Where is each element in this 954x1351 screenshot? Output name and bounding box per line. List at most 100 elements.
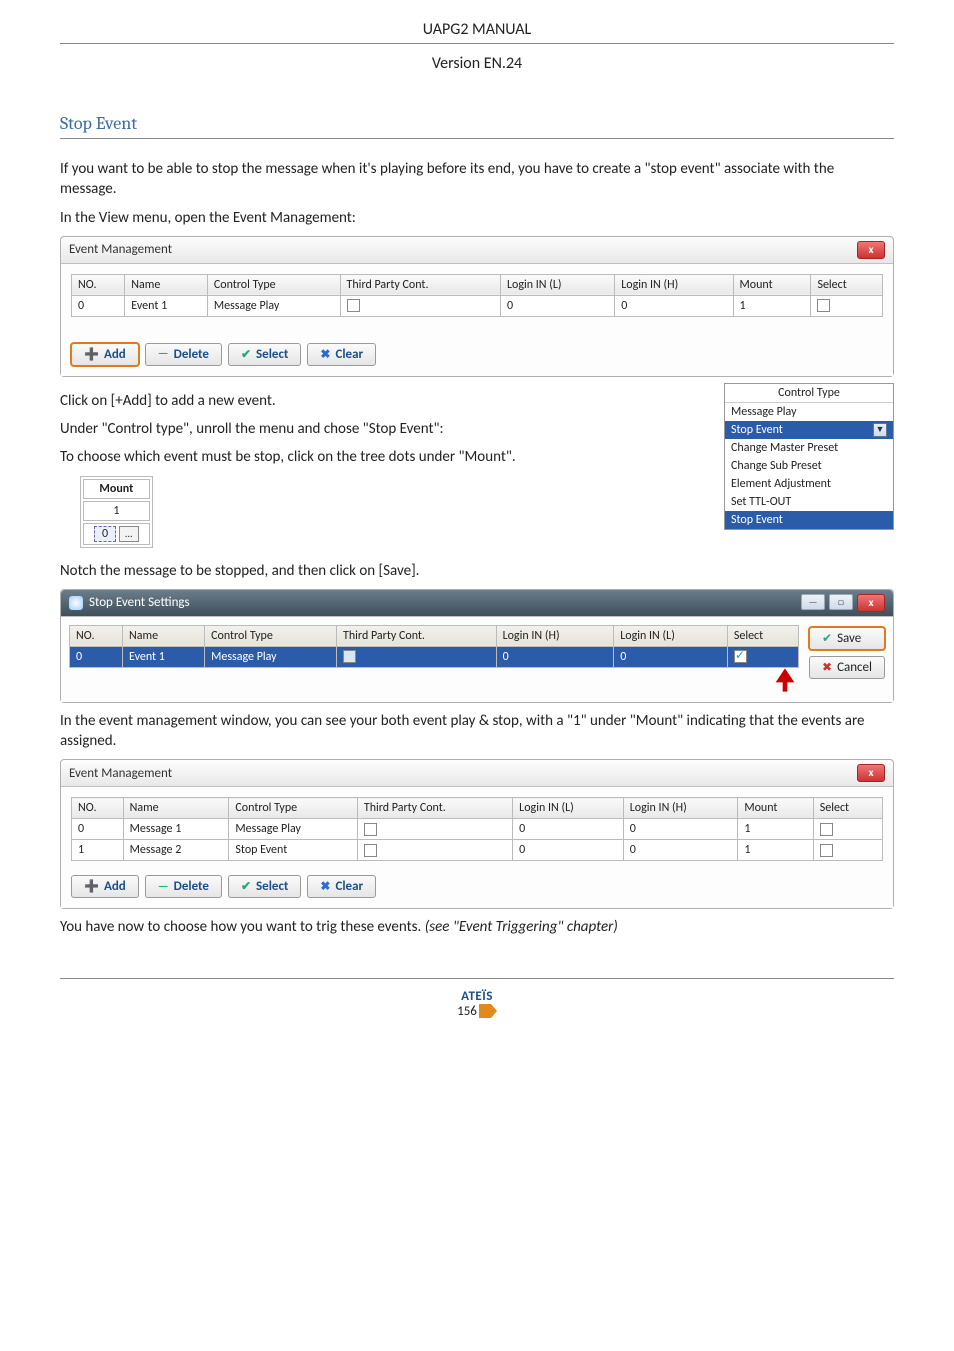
col-control-type[interactable]: Control Type: [205, 625, 337, 646]
col-login-h[interactable]: Login IN (H): [496, 625, 614, 646]
checkbox-icon[interactable]: [820, 844, 833, 857]
dropdown-option[interactable]: Element Adjustment: [725, 475, 893, 493]
cell-login-l[interactable]: 0: [500, 295, 614, 316]
table-row[interactable]: 0 Event 1 Message Play 0 0 1: [72, 295, 883, 316]
close-icon[interactable]: x: [857, 241, 885, 259]
dropdown-option[interactable]: Change Master Preset: [725, 439, 893, 457]
col-name[interactable]: Name: [123, 798, 229, 819]
ellipsis-button[interactable]: ...: [119, 526, 139, 542]
minus-icon: —: [158, 880, 169, 894]
cell-select[interactable]: [811, 295, 883, 316]
cell-login-h: 0: [496, 646, 614, 667]
window-title: Stop Event Settings: [89, 595, 190, 610]
col-login-l[interactable]: Login IN (L): [500, 274, 614, 295]
cell-login-l[interactable]: 0: [513, 819, 624, 840]
col-mount[interactable]: Mount: [738, 798, 813, 819]
clear-button[interactable]: ✖Clear: [307, 343, 376, 366]
cell-mount[interactable]: 1: [738, 819, 813, 840]
delete-button[interactable]: —Delete: [145, 875, 222, 898]
cell-select[interactable]: [727, 646, 798, 667]
control-type-dropdown[interactable]: Control Type Message Play Stop Event ▼ C…: [724, 383, 894, 530]
col-control-type[interactable]: Control Type: [207, 274, 340, 295]
cell-login-h[interactable]: 0: [615, 295, 733, 316]
table-row[interactable]: 1 Message 2 Stop Event 0 0 1: [72, 840, 883, 861]
footer: ATEÏS 156: [60, 978, 894, 1019]
cell-name[interactable]: Message 1: [123, 819, 229, 840]
cell-select[interactable]: [813, 819, 882, 840]
col-select[interactable]: Select: [813, 798, 882, 819]
toolbar: ➕Add —Delete ✔Select ✖Clear: [71, 875, 883, 898]
checkbox-icon[interactable]: [817, 299, 830, 312]
delete-button[interactable]: —Delete: [145, 343, 222, 366]
divider: [60, 43, 894, 44]
dropdown-selected[interactable]: Stop Event ▼: [725, 421, 893, 439]
table-row[interactable]: 0 Event 1 Message Play 0 0: [70, 646, 799, 667]
paragraph: In the View menu, open the Event Managem…: [60, 208, 894, 228]
col-no[interactable]: NO.: [70, 625, 123, 646]
mount-input[interactable]: 0: [94, 526, 116, 542]
col-select[interactable]: Select: [811, 274, 883, 295]
dropdown-header: Control Type: [725, 384, 893, 403]
col-select[interactable]: Select: [727, 625, 798, 646]
col-third-party[interactable]: Third Party Cont.: [340, 274, 500, 295]
col-mount[interactable]: Mount: [733, 274, 811, 295]
col-no[interactable]: NO.: [72, 798, 124, 819]
event-management-window: Event Management x NO. Name Control Type…: [60, 759, 894, 909]
cell-third-party[interactable]: [337, 646, 497, 667]
col-login-h[interactable]: Login IN (H): [623, 798, 738, 819]
event-table: NO. Name Control Type Third Party Cont. …: [71, 274, 883, 317]
table-row[interactable]: 0 Message 1 Message Play 0 0 1: [72, 819, 883, 840]
cell-third-party[interactable]: [340, 295, 500, 316]
cell-mount[interactable]: 1: [738, 840, 813, 861]
close-icon[interactable]: x: [857, 764, 885, 782]
add-button[interactable]: ➕Add: [71, 875, 139, 898]
select-button[interactable]: ✔Select: [228, 875, 301, 898]
cell-control-type[interactable]: Stop Event: [229, 840, 357, 861]
checkbox-icon[interactable]: [343, 650, 356, 663]
cell-name[interactable]: Event 1: [125, 295, 208, 316]
cell-third-party[interactable]: [357, 819, 512, 840]
chevron-down-icon[interactable]: ▼: [873, 423, 887, 437]
cell-control-type[interactable]: Message Play: [229, 819, 357, 840]
cell-login-h[interactable]: 0: [623, 840, 738, 861]
col-login-h[interactable]: Login IN (H): [615, 274, 733, 295]
cell-select[interactable]: [813, 840, 882, 861]
col-third-party[interactable]: Third Party Cont.: [357, 798, 512, 819]
col-name[interactable]: Name: [123, 625, 205, 646]
checkbox-icon[interactable]: [347, 299, 360, 312]
mount-edit-row: 0 ...: [83, 523, 150, 545]
dropdown-option[interactable]: Change Sub Preset: [725, 457, 893, 475]
clear-button[interactable]: ✖Clear: [307, 875, 376, 898]
cell-login-l[interactable]: 0: [513, 840, 624, 861]
cell-mount[interactable]: 1: [733, 295, 811, 316]
maximize-icon[interactable]: □: [829, 594, 853, 610]
page-number-value: 156: [457, 1004, 477, 1019]
dropdown-option[interactable]: Set TTL-OUT: [725, 493, 893, 511]
cell-login-h[interactable]: 0: [623, 819, 738, 840]
doc-title: UAPG2 MANUAL: [60, 20, 894, 39]
paragraph: To choose which event must be stop, clic…: [60, 447, 704, 467]
col-third-party[interactable]: Third Party Cont.: [337, 625, 497, 646]
col-no[interactable]: NO.: [72, 274, 125, 295]
close-icon[interactable]: x: [857, 594, 885, 612]
checkbox-icon[interactable]: [364, 823, 377, 836]
check-icon: ✔: [822, 631, 832, 646]
select-button[interactable]: ✔Select: [228, 343, 301, 366]
col-login-l[interactable]: Login IN (L): [614, 625, 728, 646]
cancel-button[interactable]: ✖Cancel: [809, 656, 885, 679]
col-control-type[interactable]: Control Type: [229, 798, 357, 819]
cell-name[interactable]: Message 2: [123, 840, 229, 861]
window-title: Event Management: [69, 242, 172, 257]
checkbox-icon[interactable]: [734, 650, 747, 663]
cell-control-type[interactable]: Message Play: [207, 295, 340, 316]
checkbox-icon[interactable]: [820, 823, 833, 836]
dropdown-option[interactable]: Stop Event: [725, 511, 893, 529]
col-login-l[interactable]: Login IN (L): [513, 798, 624, 819]
col-name[interactable]: Name: [125, 274, 208, 295]
minimize-icon[interactable]: —: [801, 594, 825, 610]
cell-third-party[interactable]: [357, 840, 512, 861]
checkbox-icon[interactable]: [364, 844, 377, 857]
add-button[interactable]: ➕Add: [71, 343, 139, 366]
save-button[interactable]: ✔Save: [809, 627, 885, 650]
page-number: 156: [457, 1004, 497, 1019]
